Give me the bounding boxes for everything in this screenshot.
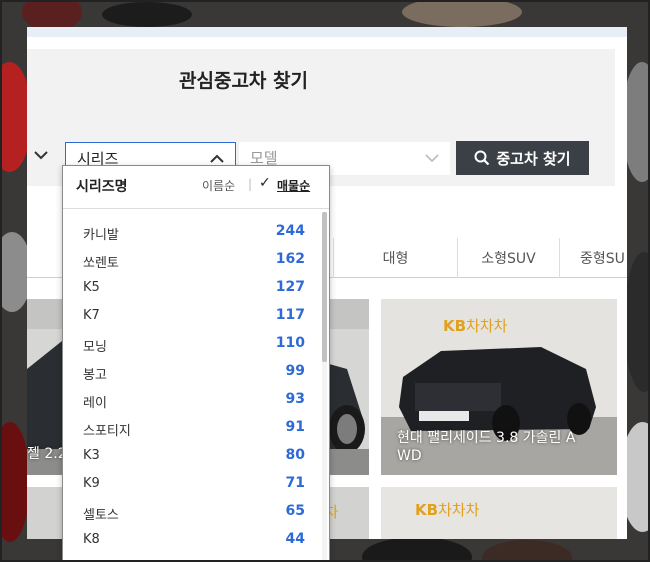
search-icon — [474, 150, 490, 166]
search-button-label: 중고차 찾기 — [496, 149, 571, 168]
list-item[interactable]: 스포티지 91 — [63, 416, 321, 444]
chevron-down-icon[interactable] — [33, 147, 49, 163]
car-card[interactable]: KB차차차 현대 팰리세이드 3.8 가솔린 A WD — [381, 299, 617, 475]
scrollbar-thumb[interactable] — [322, 212, 327, 362]
list-item[interactable]: K9 71 — [63, 472, 321, 500]
dropdown-scrollbar[interactable] — [322, 212, 327, 560]
car-card-title: 현대 팰리세이드 3.8 가솔린 A WD — [397, 430, 576, 464]
list-item[interactable]: K8 44 — [63, 528, 321, 556]
sort-by-name[interactable]: 이름순 — [202, 177, 235, 194]
tab-large[interactable]: 대형 — [333, 238, 457, 278]
tab-mid-suv[interactable]: 중형SU — [559, 238, 627, 278]
list-item[interactable]: K3 80 — [63, 444, 321, 472]
list-item[interactable]: 셀토스 65 — [63, 500, 321, 528]
sort-separator: | — [248, 177, 253, 191]
list-item[interactable]: K5 127 — [63, 276, 321, 304]
list-item[interactable]: K7 117 — [63, 304, 321, 332]
search-button[interactable]: 중고차 찾기 — [456, 141, 589, 175]
top-strip — [27, 27, 627, 37]
dropdown-header: 시리즈명 이름순 | ✓ 매물순 — [63, 166, 329, 209]
search-title: 관심중고차 찾기 — [179, 70, 308, 92]
list-item[interactable]: 카니발 244 — [63, 220, 321, 248]
car-card[interactable]: KB차차차 — [381, 487, 617, 539]
sort-by-count[interactable]: 매물순 — [277, 177, 310, 194]
list-item[interactable]: 모닝 110 — [63, 332, 321, 360]
list-item[interactable]: 쏘렌토 162 — [63, 248, 321, 276]
series-dropdown: 시리즈명 이름순 | ✓ 매물순 카니발 244 쏘렌토 162 K5 127 K7 1… — [62, 165, 330, 560]
kb-logo: KB차차차 — [443, 317, 508, 335]
tab-small-suv[interactable]: 소형SUV — [457, 238, 559, 278]
list-item[interactable]: 레이 93 — [63, 388, 321, 416]
car-card-title: 젤 2.2 — [27, 446, 67, 462]
check-icon: ✓ — [259, 175, 271, 191]
chevron-down-icon — [425, 154, 439, 163]
list-item[interactable]: 봉고 99 — [63, 360, 321, 388]
kb-logo: KB차차차 — [415, 501, 480, 519]
window-frame: 관심중고차 찾기 시리즈 모델 중고차 찾기 대형 소형SUV 중형SU 젤 2… — [0, 0, 650, 562]
dropdown-title: 시리즈명 — [76, 179, 128, 195]
